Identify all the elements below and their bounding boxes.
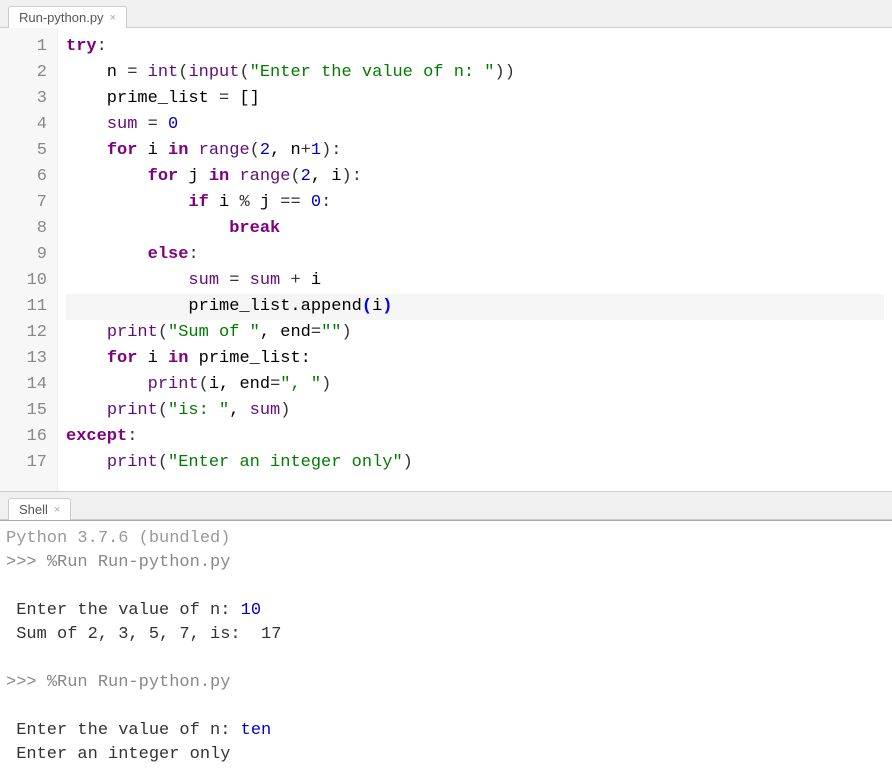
shell-run-cmd: %Run Run-python.py (47, 553, 231, 572)
shell-header: Python 3.7.6 (bundled) (6, 529, 230, 548)
line-number: 3 (14, 86, 47, 112)
shell-tab-label: Shell (19, 502, 48, 517)
code-line: print(i, end=", ") (66, 372, 884, 398)
code-editor[interactable]: try: n = int(input("Enter the value of n… (58, 28, 892, 491)
code-line: n = int(input("Enter the value of n: ")) (66, 60, 884, 86)
shell-user-input: 10 (241, 601, 261, 620)
code-line: try: (66, 34, 884, 60)
line-number: 10 (14, 268, 47, 294)
line-number: 12 (14, 320, 47, 346)
shell-line: Enter an integer only (6, 745, 230, 764)
line-number: 4 (14, 112, 47, 138)
code-line: else: (66, 242, 884, 268)
close-icon[interactable]: × (52, 504, 62, 516)
line-number: 15 (14, 398, 47, 424)
shell-user-input: ten (241, 721, 272, 740)
line-number: 17 (14, 450, 47, 476)
line-number: 13 (14, 346, 47, 372)
editor-tab-bar: Run-python.py × (0, 0, 892, 28)
shell-tab-bar: Shell × (0, 492, 892, 520)
code-line: sum = 0 (66, 112, 884, 138)
editor-tab-label: Run-python.py (19, 10, 104, 25)
shell-output[interactable]: Python 3.7.6 (bundled) >>> %Run Run-pyth… (0, 521, 892, 773)
line-number: 1 (14, 34, 47, 60)
code-line: print("is: ", sum) (66, 398, 884, 424)
line-number: 2 (14, 60, 47, 86)
shell-tab[interactable]: Shell × (8, 498, 71, 520)
line-number: 16 (14, 424, 47, 450)
line-number: 6 (14, 164, 47, 190)
shell-pane: Python 3.7.6 (bundled) >>> %Run Run-pyth… (0, 520, 892, 773)
code-line: break (66, 216, 884, 242)
line-number: 7 (14, 190, 47, 216)
line-number: 8 (14, 216, 47, 242)
code-line: prime_list = [] (66, 86, 884, 112)
code-line: except: (66, 424, 884, 450)
code-line: prime_list.append(i) (66, 294, 884, 320)
line-number-gutter: 1234567891011121314151617 (0, 28, 58, 491)
close-icon[interactable]: × (108, 12, 118, 24)
line-number: 14 (14, 372, 47, 398)
shell-line: Sum of 2, 3, 5, 7, is: 17 (6, 625, 281, 644)
shell-run-cmd: %Run Run-python.py (47, 673, 231, 692)
code-line: for i in prime_list: (66, 346, 884, 372)
code-line: sum = sum + i (66, 268, 884, 294)
editor-pane: 1234567891011121314151617 try: n = int(i… (0, 28, 892, 492)
code-line: print("Enter an integer only") (66, 450, 884, 476)
shell-prompt: >>> (6, 673, 37, 692)
line-number: 5 (14, 138, 47, 164)
code-line: if i % j == 0: (66, 190, 884, 216)
shell-line: Enter the value of n: (6, 601, 241, 620)
shell-line: Enter the value of n: (6, 721, 241, 740)
editor-tab[interactable]: Run-python.py × (8, 6, 127, 28)
shell-prompt: >>> (6, 553, 37, 572)
code-line: for i in range(2, n+1): (66, 138, 884, 164)
line-number: 9 (14, 242, 47, 268)
code-line: print("Sum of ", end="") (66, 320, 884, 346)
line-number: 11 (14, 294, 47, 320)
code-line: for j in range(2, i): (66, 164, 884, 190)
